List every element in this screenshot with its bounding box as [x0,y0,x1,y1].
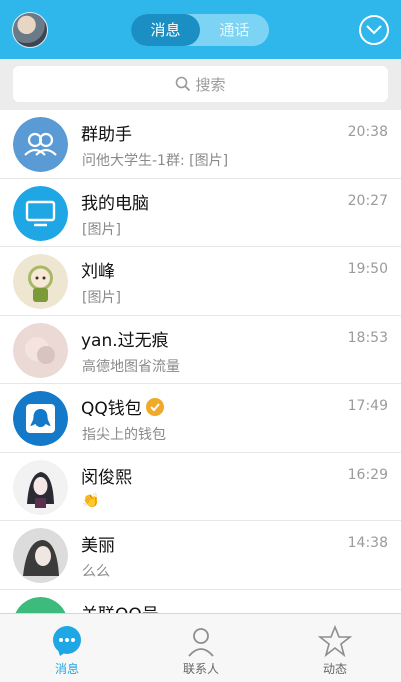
contact-icon [188,628,214,657]
conversation-name: 我的电脑 [81,193,149,214]
segment-control: 消息 通话 [131,14,269,46]
chevron-down-icon [366,25,382,35]
conversation-time: 18:53 [347,329,388,346]
tab-messages[interactable]: 消息 [131,14,200,46]
search-area: 搜索 [0,59,401,110]
conversation-row[interactable]: yan.过无痕 高德地图省流量 18:53 [0,316,401,384]
tab-bar-label: 联系人 [182,662,219,676]
verified-badge-icon [145,398,164,416]
tab-calls[interactable]: 通话 [200,14,269,46]
computer-icon [13,185,68,241]
conversation-name: 美丽 [81,536,115,556]
tab-bar-feed[interactable]: 动态 [268,614,401,682]
conversation-time: 20:38 [347,124,388,140]
conversation-preview: 👏 [82,492,100,509]
anime-avatar [13,459,68,515]
conversation-name: yan.过无痕 [81,330,169,351]
conversation-row[interactable]: QQ钱包 指尖上的钱包 17:49 [0,384,401,453]
conversation-name-text: QQ钱包 [81,399,142,419]
bottom-tab-bar: 消息 联系人 动态 [0,613,401,682]
cartoon-avatar [13,254,68,309]
conversation-preview: 问他大学生-1群: [图片] [82,153,229,169]
group-icon [13,117,68,172]
conversation-name: 关联QQ号 [81,600,159,614]
tab-bar-messages[interactable]: 消息 [0,614,134,682]
search-icon [176,76,191,92]
photo-avatar [13,322,68,378]
chat-bubble-icon [53,626,81,656]
top-bar: 消息 通话 [0,0,401,59]
conversation-preview: [图片] [82,221,121,238]
conversation-time: 17:49 [347,398,388,414]
tab-bar-label: 消息 [54,662,79,676]
star-icon [318,624,352,658]
photo-avatar [13,528,68,583]
conversation-row[interactable]: 群助手 问他大学生-1群: [图片] 20:38 [0,110,401,179]
conversation-row[interactable]: 闵俊熙 👏 16:29 [0,453,401,521]
search-input[interactable]: 搜索 [13,66,388,102]
search-placeholder: 搜索 [195,75,226,94]
conversation-name: 闵俊熙 [81,467,132,488]
conversation-list: 群助手 问他大学生-1群: [图片] 20:38 我的电脑 [图片] 20:27… [0,110,401,613]
conversation-preview: 么么 [82,564,110,580]
conversation-row[interactable]: 刘峰 [图片] 19:50 [0,247,401,316]
conversation-name: 群助手 [81,125,132,145]
profile-avatar[interactable] [12,12,48,48]
conversation-row[interactable]: 美丽 么么 14:38 [0,521,401,590]
wallet-icon [13,391,68,446]
conversation-preview: 指尖上的钱包 [82,427,166,443]
conversation-name: 刘峰 [81,262,115,282]
conversation-preview: 高德地图省流量 [82,358,180,375]
tab-bar-contacts[interactable]: 联系人 [134,614,268,682]
conversation-row[interactable]: 我的电脑 [图片] 20:27 [0,179,401,247]
more-button[interactable] [359,15,389,45]
conversation-time: 16:29 [347,466,388,483]
conversation-time: 19:50 [347,261,388,277]
conversation-row[interactable]: 关联QQ号 [0,590,401,614]
conversation-time: 14:38 [347,535,388,551]
conversation-name: QQ钱包 [81,394,164,419]
conversation-time: 20:27 [347,192,388,209]
tab-bar-label: 动态 [322,662,347,676]
conversation-preview: [图片] [82,290,121,306]
link-icon [13,596,68,613]
